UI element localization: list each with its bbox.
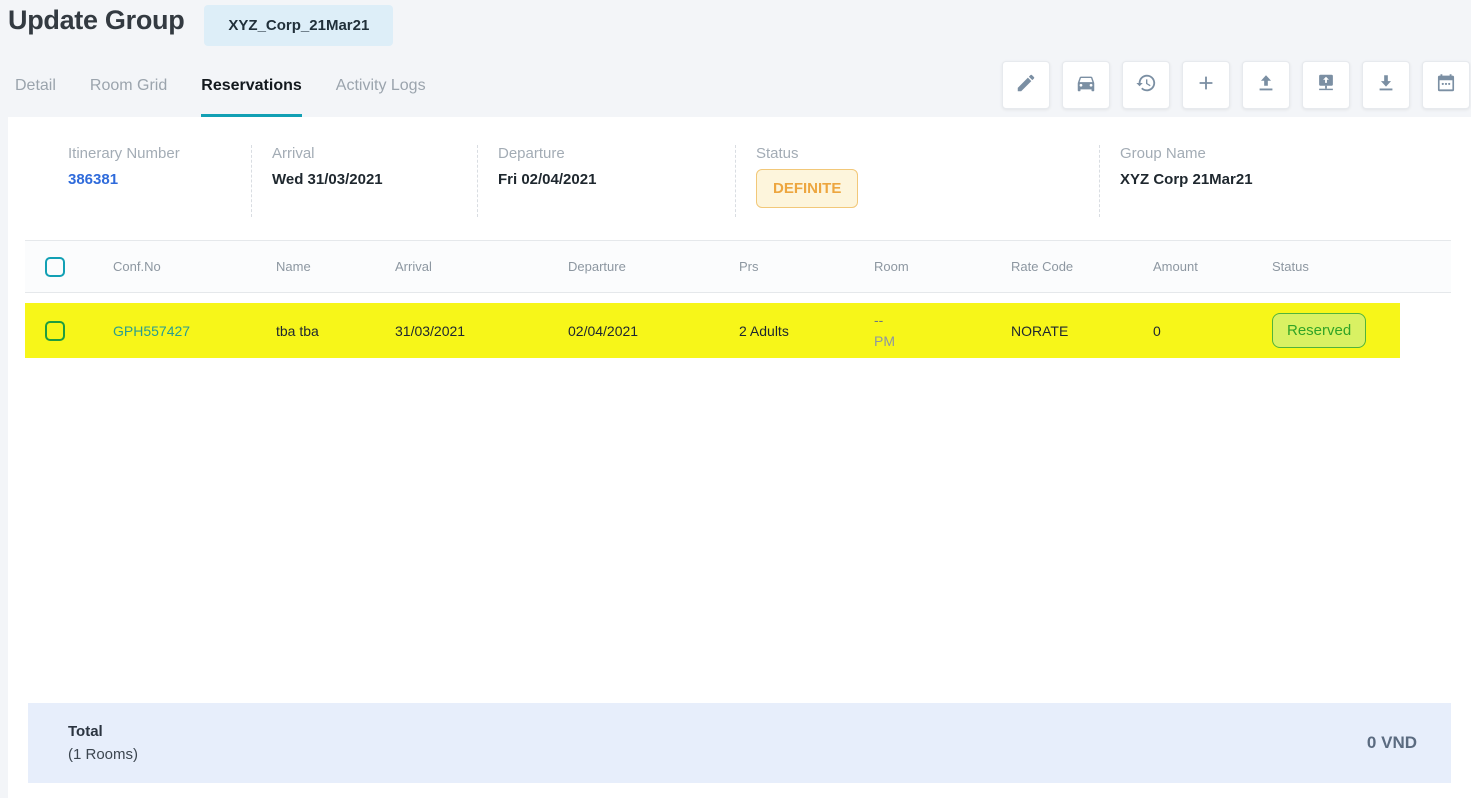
group-name-field: Group Name XYZ Corp 21Mar21 [1100, 145, 1471, 217]
col-header-conf-no: Conf.No [113, 259, 276, 274]
status-label: Status [756, 145, 1099, 162]
upload-icon [1255, 72, 1277, 99]
col-header-departure: Departure [568, 259, 739, 274]
arrival-field: Arrival Wed 31/03/2021 [252, 145, 478, 217]
row-status-badge: Reserved [1272, 313, 1366, 348]
plus-icon [1195, 72, 1217, 99]
tab-activity-logs[interactable]: Activity Logs [336, 77, 426, 117]
col-header-arrival: Arrival [395, 259, 568, 274]
departure-label: Departure [498, 145, 735, 162]
table-row[interactable]: GPH557427 tba tba 31/03/2021 02/04/2021 … [25, 303, 1400, 358]
car-icon [1075, 72, 1097, 99]
group-name-tag: XYZ_Corp_21Mar21 [204, 5, 393, 46]
history-icon [1135, 72, 1157, 99]
itinerary-number-field: Itinerary Number 386381 [8, 145, 252, 217]
tab-room-grid[interactable]: Room Grid [90, 77, 167, 117]
arrival-value: Wed 31/03/2021 [272, 171, 477, 188]
row-prs: 2 Adults [739, 323, 874, 339]
page-title: Update Group [8, 5, 184, 36]
row-amount: 0 [1153, 323, 1272, 339]
group-name-value: XYZ Corp 21Mar21 [1120, 171, 1471, 188]
row-room-type: PM [874, 331, 1005, 351]
col-header-name: Name [276, 259, 395, 274]
edit-button[interactable] [1002, 61, 1050, 109]
arrival-label: Arrival [272, 145, 477, 162]
status-field: Status DEFINITE [736, 145, 1100, 217]
add-button[interactable] [1182, 61, 1230, 109]
total-label: Total [68, 720, 138, 743]
row-room-number: -- [874, 310, 1005, 330]
col-header-amount: Amount [1153, 259, 1272, 274]
col-header-rate-code: Rate Code [1011, 259, 1153, 274]
col-header-prs: Prs [739, 259, 874, 274]
transport-button[interactable] [1062, 61, 1110, 109]
tab-bar: Detail Room Grid Reservations Activity L… [15, 77, 426, 117]
group-summary: Itinerary Number 386381 Arrival Wed 31/0… [8, 117, 1471, 240]
content-spacer [8, 358, 1471, 703]
row-checkbox[interactable] [45, 321, 65, 341]
status-badge: DEFINITE [756, 169, 858, 208]
publish-button[interactable] [1302, 61, 1350, 109]
calendar-icon [1435, 72, 1457, 99]
reservations-panel: Itinerary Number 386381 Arrival Wed 31/0… [8, 117, 1471, 798]
page-header: Update Group XYZ_Corp_21Mar21 Detail Roo… [0, 0, 1471, 117]
row-departure: 02/04/2021 [568, 323, 739, 339]
itinerary-number-label: Itinerary Number [68, 145, 251, 162]
select-all-checkbox[interactable] [45, 257, 65, 277]
calendar-button[interactable] [1422, 61, 1470, 109]
reservations-table: Conf.No Name Arrival Departure Prs Room … [25, 240, 1451, 358]
departure-value: Fri 02/04/2021 [498, 171, 735, 188]
table-header-row: Conf.No Name Arrival Departure Prs Room … [25, 240, 1451, 293]
row-room: -- PM [874, 310, 1011, 351]
history-button[interactable] [1122, 61, 1170, 109]
itinerary-number-value[interactable]: 386381 [68, 171, 251, 188]
row-arrival: 31/03/2021 [395, 323, 568, 339]
group-name-label: Group Name [1120, 145, 1471, 162]
departure-field: Departure Fri 02/04/2021 [478, 145, 736, 217]
download-icon [1375, 72, 1397, 99]
download-button[interactable] [1362, 61, 1410, 109]
col-header-room: Room [874, 259, 1011, 274]
total-bar: Total (1 Rooms) 0 VND [28, 703, 1451, 783]
row-rate-code: NORATE [1011, 323, 1153, 339]
row-name: tba tba [276, 323, 395, 339]
tab-reservations[interactable]: Reservations [201, 77, 302, 117]
pencil-icon [1015, 72, 1037, 99]
publish-icon [1315, 72, 1337, 99]
row-conf-no[interactable]: GPH557427 [113, 323, 276, 339]
upload-button[interactable] [1242, 61, 1290, 109]
toolbar [1002, 61, 1470, 109]
tab-detail[interactable]: Detail [15, 77, 56, 117]
total-amount: 0 VND [1367, 733, 1417, 753]
col-header-status: Status [1272, 259, 1451, 274]
total-rooms-count: (1 Rooms) [68, 743, 138, 766]
